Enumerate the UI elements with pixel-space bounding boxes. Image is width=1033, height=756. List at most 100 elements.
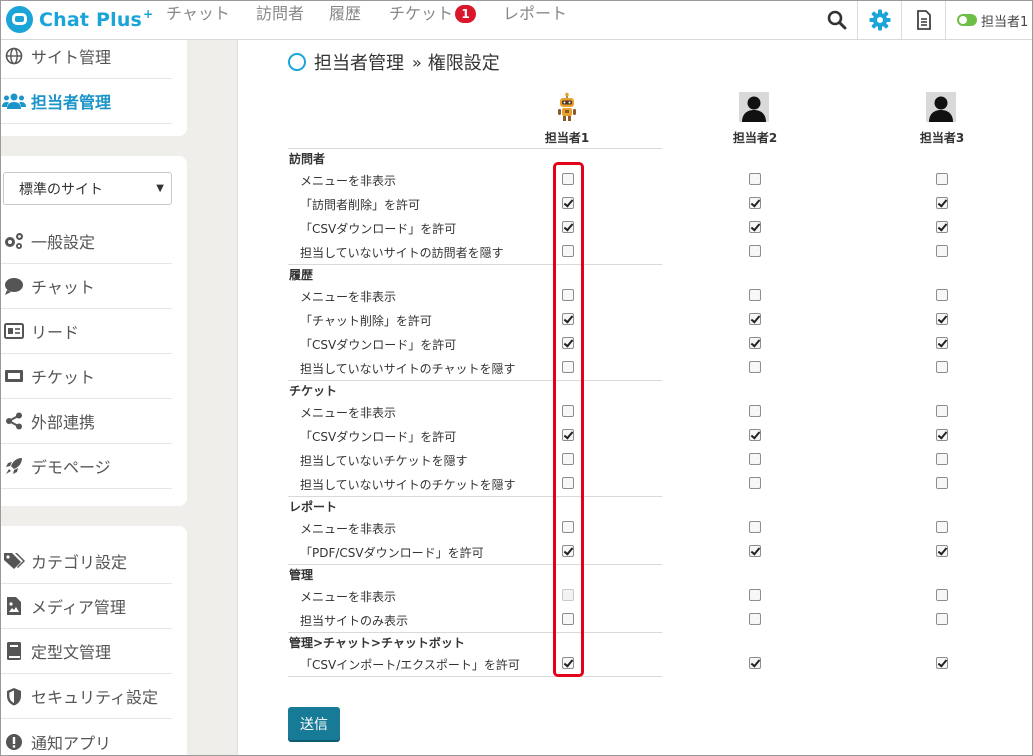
permission-checkbox-agent-2[interactable] [749,453,761,465]
permission-checkbox-agent-2[interactable] [749,613,761,625]
row-label: 「CSVダウンロード」を許可 [300,430,457,444]
permission-checkbox-agent-3[interactable] [936,657,948,669]
ticket-count-badge: 1 [455,5,477,23]
breadcrumb-current: 権限設定 [427,53,500,74]
section-divider [288,264,662,265]
section-divider [288,380,662,381]
nav-report[interactable]: レポート [503,4,567,24]
sidebar-item-category-settings[interactable]: カテゴリ設定 [0,539,172,584]
permission-checkbox-agent-2[interactable] [749,289,761,301]
exclamation-icon [2,732,26,752]
permission-checkbox-agent-3[interactable] [936,221,948,233]
row-label: 担当サイトのみ表示 [300,614,409,628]
permission-checkbox-agent-2[interactable] [749,337,761,349]
user-silhouette-icon [926,92,956,122]
permission-checkbox-agent-2[interactable] [749,521,761,533]
section-title-ticket: チケット [289,384,338,398]
agent-2-name: 担当者2 [732,131,778,145]
permission-checkbox-agent-3[interactable] [936,405,948,417]
permission-checkbox-agent-3[interactable] [936,429,948,441]
settings-button[interactable] [857,0,901,40]
permission-checkbox-agent-2[interactable] [749,477,761,489]
section-divider [288,676,662,677]
site-select[interactable]: 標準のサイト ▼ [3,172,172,205]
sidebar-item-demo-page[interactable]: デモページ [0,444,172,489]
sidebar-item-security-settings[interactable]: セキュリティ設定 [0,674,172,719]
agent-2-avatar [739,92,769,122]
search-icon [827,10,847,30]
sidebar-item-integrations[interactable]: 外部連携 [0,399,172,444]
sidebar-item-notification-app[interactable]: 通知アプリ [0,719,172,756]
row-label: 担当していないサイトのチャットを隠す [300,362,516,376]
search-button[interactable] [817,0,857,40]
sidebar-item-media-management[interactable]: メディア管理 [0,584,172,629]
permission-checkbox-agent-2[interactable] [749,245,761,257]
agent-3-avatar [926,92,956,122]
permission-checkbox-agent-3[interactable] [936,589,948,601]
nav-chat[interactable]: チャット [166,4,230,24]
permission-checkbox-agent-3[interactable] [936,521,948,533]
breadcrumb-parent[interactable]: 担当者管理 [314,49,404,75]
permission-checkbox-agent-2[interactable] [749,173,761,185]
sidebar-item-lead[interactable]: リード [0,309,172,354]
sidebar-item-label: サイト管理 [31,48,112,67]
users-icon [2,91,26,111]
sidebar-item-chat[interactable]: チャット [0,264,172,309]
sidebar-item-general-settings[interactable]: 一般設定 [0,219,172,264]
permission-checkbox-agent-3[interactable] [936,545,948,557]
section-divider [288,496,662,497]
permission-checkbox-agent-2[interactable] [749,313,761,325]
submit-button[interactable]: 送信 [288,707,340,740]
permission-checkbox-agent-3[interactable] [936,245,948,257]
permission-checkbox-agent-3[interactable] [936,613,948,625]
nav-ticket-label: チケット [389,4,454,23]
permission-checkbox-agent-2[interactable] [749,405,761,417]
permission-checkbox-agent-3[interactable] [936,337,948,349]
section-title-visitors: 訪問者 [289,152,326,166]
id-card-icon [2,321,26,341]
sidebar-item-ticket[interactable]: チケット [0,354,172,399]
nav-visitors[interactable]: 訪問者 [256,4,304,24]
sidebar-item-label: 外部連携 [31,413,96,432]
permission-checkbox-agent-2[interactable] [749,657,761,669]
permission-checkbox-agent-2[interactable] [749,221,761,233]
nav-ticket[interactable]: チケット 1 [389,4,477,24]
documents-button[interactable] [901,0,945,40]
row-label: 担当していないサイトのチケットを隠す [300,478,516,492]
chat-bubble-icon [2,276,26,296]
row-label: 「CSVダウンロード」を許可 [300,222,457,236]
sidebar-item-label: カテゴリ設定 [31,553,128,572]
permission-checkbox-agent-3[interactable] [936,477,948,489]
permission-checkbox-agent-3[interactable] [936,361,948,373]
book-icon [2,641,26,661]
agent-3-name: 担当者3 [919,131,965,145]
gear-icon [869,9,890,31]
sidebar-item-agent-management[interactable]: 担当者管理 [0,79,172,124]
section-title-chatbot: 管理>チャット>チャットボット [289,636,465,650]
permission-checkbox-agent-3[interactable] [936,453,948,465]
sidebar-item-templates[interactable]: 定型文管理 [0,629,172,674]
online-toggle[interactable] [957,14,977,26]
nav-history[interactable]: 履歴 [329,4,361,24]
permission-checkbox-agent-2[interactable] [749,589,761,601]
permission-checkbox-agent-2[interactable] [749,361,761,373]
permission-checkbox-agent-2[interactable] [749,545,761,557]
row-label: 担当していないサイトの訪問者を隠す [300,246,504,260]
sidebar-item-site-management[interactable]: サイト管理 [0,34,172,79]
chat-plus-logo-icon [6,5,33,33]
row-label: 担当していないチケットを隠す [300,454,468,468]
sidebar-item-label: チケット [31,368,96,387]
page-title: 担当者管理 » 権限設定 [288,49,500,75]
sidebar-item-label: 通知アプリ [31,733,112,753]
permission-checkbox-agent-3[interactable] [936,173,948,185]
sidebar-card-admin: サイト管理 担当者管理 [0,30,187,136]
chat-plus-logo[interactable]: Chat Plus+ [6,5,153,33]
permission-checkbox-agent-2[interactable] [749,429,761,441]
row-label: 「チャット削除」を許可 [300,314,432,328]
user-status[interactable]: 担当者1 [945,0,1033,40]
agent-1-column-highlight [553,162,584,677]
permission-checkbox-agent-3[interactable] [936,197,948,209]
permission-checkbox-agent-3[interactable] [936,289,948,301]
permission-checkbox-agent-3[interactable] [936,313,948,325]
permission-checkbox-agent-2[interactable] [749,197,761,209]
